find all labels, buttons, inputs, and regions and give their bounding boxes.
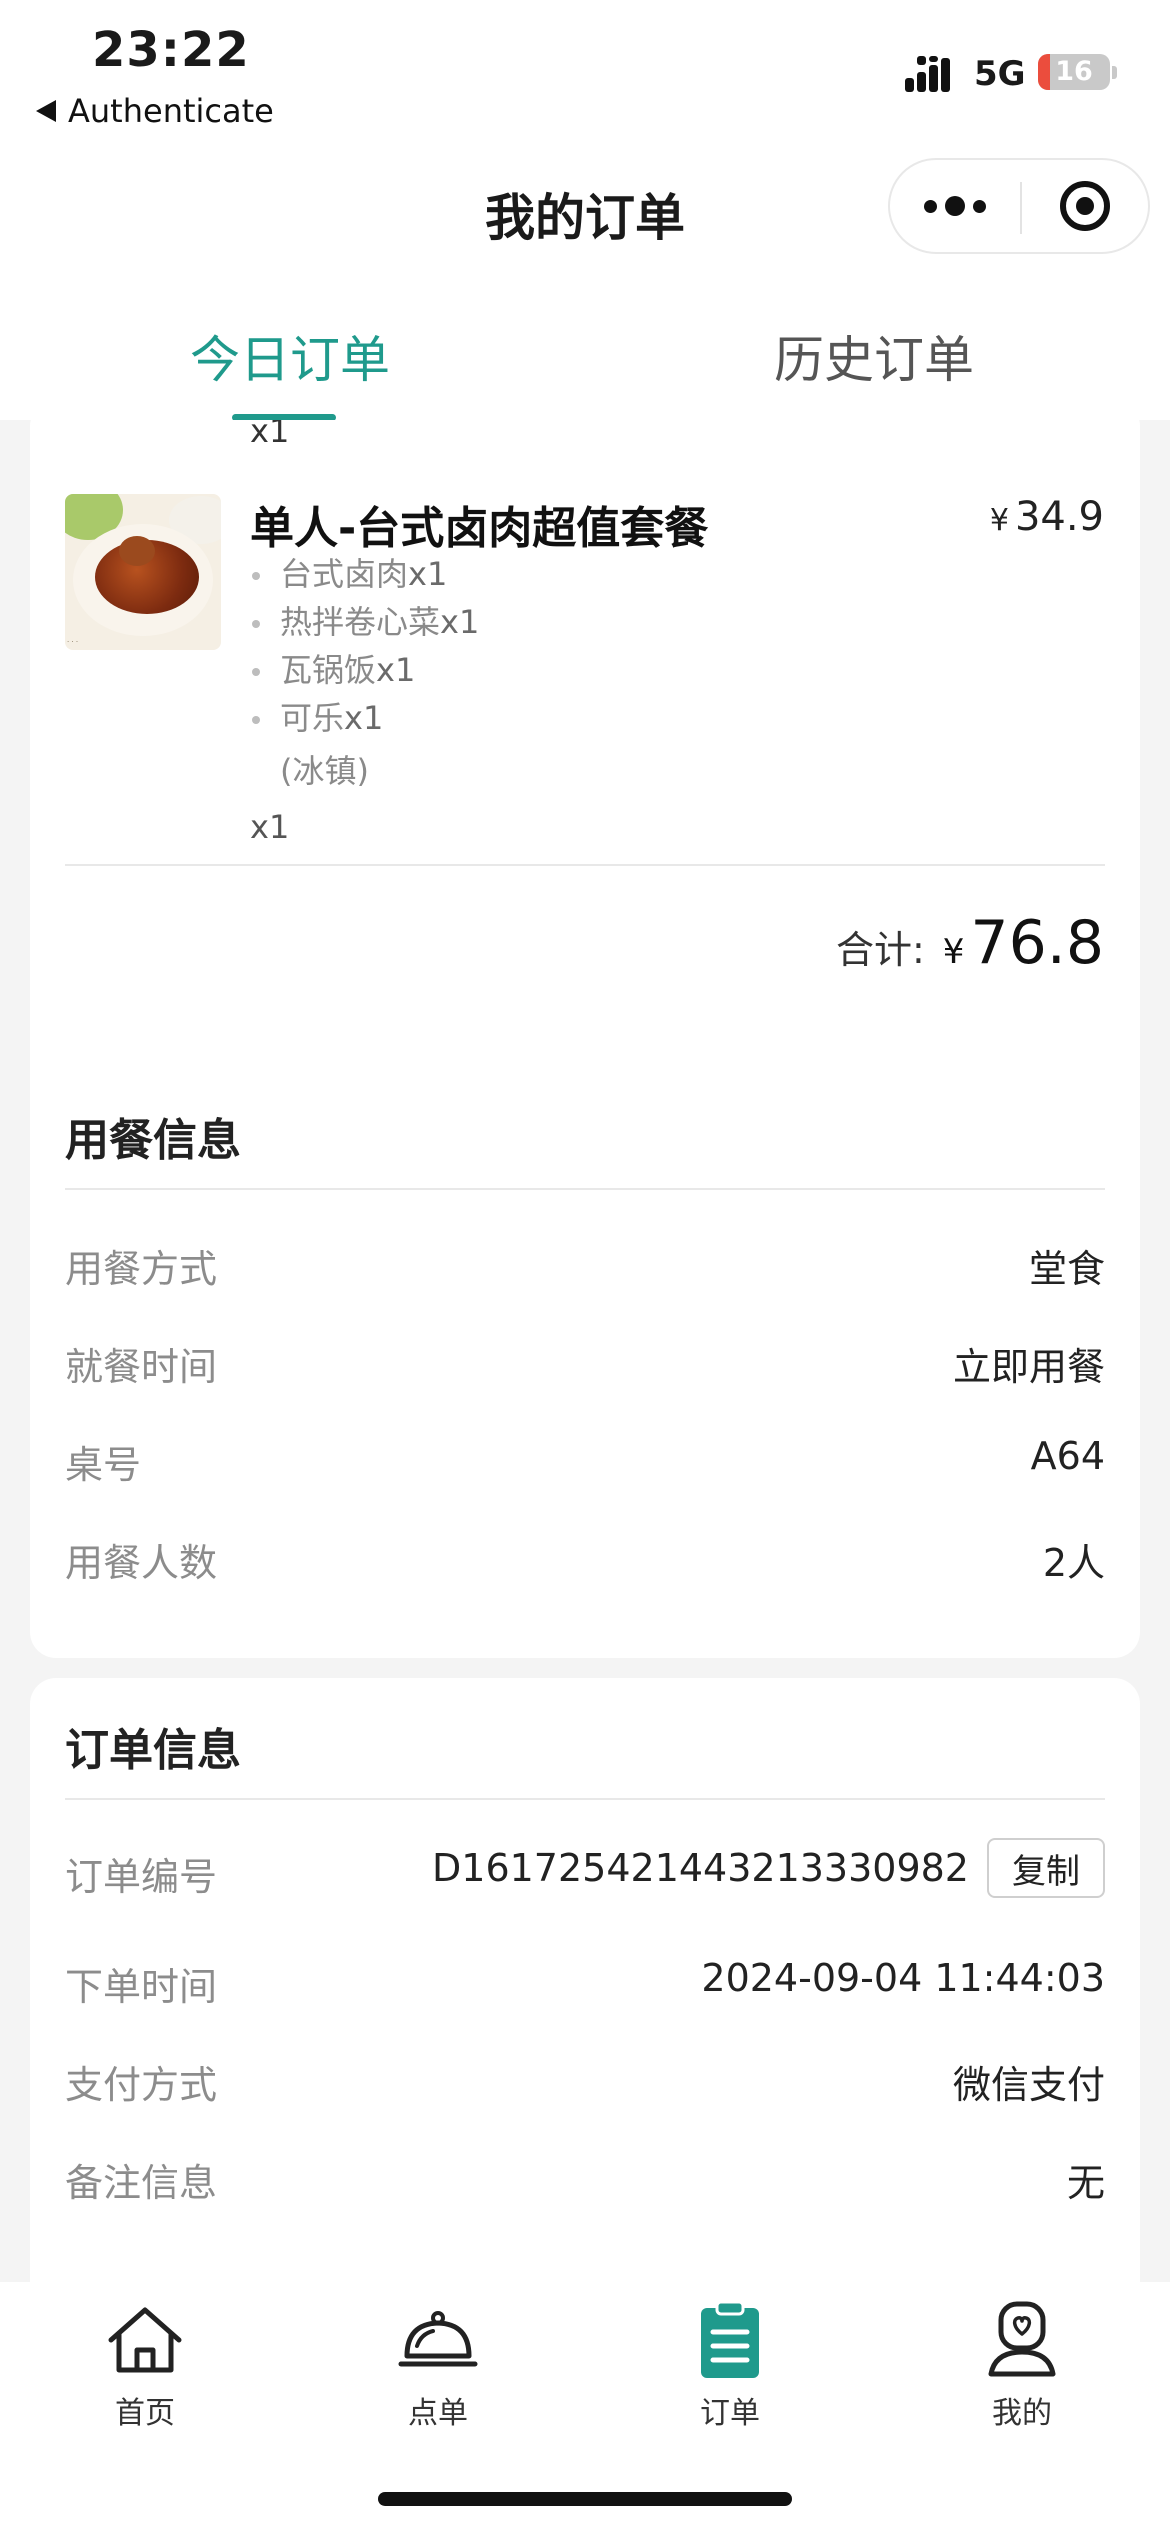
order-info-title: 订单信息 bbox=[65, 1725, 241, 1776]
dining-row: 用餐方式 堂食 bbox=[65, 1234, 1105, 1294]
price-currency: ¥ bbox=[989, 503, 1009, 538]
target-close-icon[interactable] bbox=[1022, 160, 1148, 252]
item-price: ¥34.9 bbox=[990, 494, 1104, 540]
row-label: 就餐时间 bbox=[65, 1345, 218, 1389]
divider bbox=[65, 1188, 1105, 1190]
row-label: 备注信息 bbox=[65, 2161, 218, 2205]
back-app-label: Authenticate bbox=[68, 92, 274, 130]
total-label: 合计: bbox=[835, 928, 925, 972]
tabbar-home[interactable]: 首页 bbox=[45, 2300, 245, 2432]
order-row: 备注信息 无 bbox=[65, 2148, 1105, 2208]
sub-item: 台式卤肉x1 bbox=[251, 550, 479, 598]
home-indicator bbox=[378, 2492, 792, 2506]
set-meal-image: · · · bbox=[65, 494, 221, 650]
battery-level: 16 bbox=[1055, 56, 1093, 87]
tabbar-orders[interactable]: 订单 bbox=[630, 2300, 830, 2432]
copy-button[interactable]: 复制 bbox=[987, 1838, 1105, 1898]
tabbar-label: 我的 bbox=[992, 2396, 1052, 2431]
sub-item: 热拌卷心菜x1 bbox=[251, 598, 479, 646]
dining-row: 桌号 A64 bbox=[65, 1430, 1105, 1490]
dining-row: 用餐人数 2人 bbox=[65, 1528, 1105, 1588]
total-currency: ¥ bbox=[942, 932, 965, 972]
previous-item-qty: x1 bbox=[250, 420, 290, 450]
price-value: 34.9 bbox=[1014, 494, 1104, 540]
tabbar-label: 首页 bbox=[115, 2396, 175, 2431]
row-label: 订单编号 bbox=[65, 1855, 218, 1899]
navigation-bar: 我的订单 bbox=[0, 140, 1170, 280]
dining-info-title: 用餐信息 bbox=[65, 1115, 241, 1166]
row-label: 下单时间 bbox=[65, 1965, 218, 2009]
tabbar-order-food[interactable]: 点单 bbox=[338, 2300, 538, 2432]
order-row: 下单时间 2024-09-04 11:44:03 bbox=[65, 1952, 1105, 2012]
row-value: A64 bbox=[1030, 1434, 1105, 1478]
status-bar: 23:22 Authenticate 5G 16 bbox=[0, 0, 1170, 140]
cellular-signal-icon bbox=[905, 56, 965, 92]
dining-row: 就餐时间 立即用餐 bbox=[65, 1332, 1105, 1392]
tabbar-profile[interactable]: 我的 bbox=[922, 2300, 1122, 2432]
battery-icon: 16 bbox=[1038, 54, 1110, 90]
row-label: 用餐方式 bbox=[65, 1247, 218, 1291]
order-info-card: 订单信息 订单编号 D161725421443213330982 复制 下单时间… bbox=[30, 1678, 1140, 2282]
tabbar-label: 点单 bbox=[408, 2396, 468, 2431]
total-value: 76.8 bbox=[970, 908, 1104, 978]
item-name: 单人-台式卤肉超值套餐 bbox=[250, 503, 709, 554]
row-value: 2人 bbox=[1042, 1541, 1105, 1585]
network-type: 5G bbox=[974, 54, 1026, 94]
order-total: 合计: ¥ 76.8 bbox=[836, 908, 1104, 978]
row-value: 无 bbox=[1066, 2161, 1105, 2205]
row-label: 支付方式 bbox=[65, 2063, 218, 2107]
back-to-app-link[interactable]: Authenticate bbox=[36, 92, 274, 130]
row-value: 堂食 bbox=[1028, 1247, 1105, 1291]
battery-cap bbox=[1112, 66, 1117, 79]
order-number-row: 订单编号 D161725421443213330982 复制 bbox=[65, 1838, 1105, 1902]
tab-history-orders[interactable]: 历史订单 bbox=[674, 320, 1074, 392]
row-value: 2024-09-04 11:44:03 bbox=[701, 1956, 1105, 2000]
clipboard-icon bbox=[701, 2300, 759, 2378]
divider bbox=[65, 864, 1105, 866]
row-value: 微信支付 bbox=[952, 2063, 1105, 2107]
sub-item: 瓦锅饭x1 bbox=[251, 646, 479, 694]
divider bbox=[65, 1798, 1105, 1800]
sub-item: 可乐x1 bbox=[251, 694, 479, 742]
row-label: 用餐人数 bbox=[65, 1541, 218, 1585]
order-number: D161725421443213330982 bbox=[432, 1846, 969, 1890]
back-triangle-icon bbox=[36, 100, 56, 122]
item-quantity: x1 bbox=[250, 808, 290, 846]
tab-today-orders[interactable]: 今日订单 bbox=[90, 320, 490, 392]
cloche-icon bbox=[398, 2311, 478, 2367]
status-time: 23:22 bbox=[92, 22, 250, 78]
row-label: 桌号 bbox=[65, 1443, 142, 1487]
sub-item-list: 台式卤肉x1 热拌卷心菜x1 瓦锅饭x1 可乐x1 bbox=[251, 550, 479, 742]
tabbar-label: 订单 bbox=[700, 2396, 760, 2431]
row-value: 立即用餐 bbox=[952, 1345, 1105, 1389]
home-icon bbox=[108, 2307, 182, 2373]
dining-info-card: 用餐信息 用餐方式 堂食 就餐时间 立即用餐 桌号 A64 用餐人数 2人 bbox=[30, 1068, 1140, 1658]
order-row: 支付方式 微信支付 bbox=[65, 2050, 1105, 2110]
mini-program-capsule bbox=[888, 158, 1150, 254]
profile-icon bbox=[988, 2301, 1056, 2377]
sub-item-note: (冰镇) bbox=[280, 752, 369, 790]
more-dots-icon[interactable] bbox=[890, 160, 1020, 252]
order-detail-scroll[interactable]: x1 · · · 单人-台式卤肉超值套餐 ¥34.9 台式卤肉x1 热拌卷心菜x… bbox=[0, 420, 1170, 2282]
order-tabs: 今日订单 历史订单 bbox=[0, 280, 1170, 421]
